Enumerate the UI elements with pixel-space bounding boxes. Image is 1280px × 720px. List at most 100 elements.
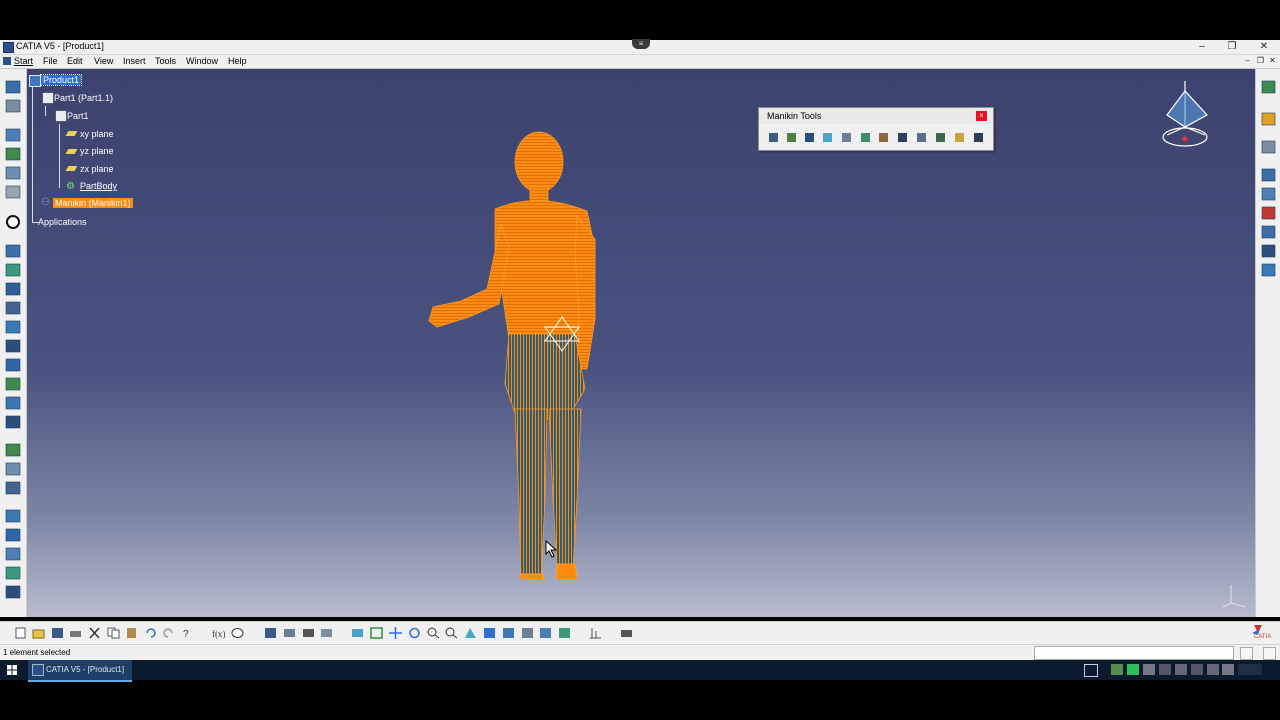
tree-node-zx-plane[interactable]: zx plane bbox=[80, 164, 114, 174]
menu-view[interactable]: View bbox=[94, 55, 113, 68]
manikin-tool-icon[interactable] bbox=[953, 131, 966, 144]
hide-show-icon[interactable] bbox=[539, 627, 552, 639]
shading-icon[interactable] bbox=[521, 627, 534, 639]
minimize-button[interactable]: – bbox=[1188, 40, 1216, 54]
taskbar-catia-app[interactable]: CATIA V5 - [Product1] bbox=[28, 660, 132, 682]
tool-icon bbox=[5, 462, 21, 476]
manikin-tool-icon[interactable] bbox=[859, 131, 872, 144]
manikin-tool-icon[interactable] bbox=[821, 131, 834, 144]
menu-help[interactable]: Help bbox=[228, 55, 247, 68]
new-file-icon[interactable] bbox=[14, 627, 27, 639]
command-button[interactable] bbox=[1240, 647, 1253, 660]
tree-node-partbody[interactable]: PartBody bbox=[80, 181, 117, 191]
manikin-tool-icon[interactable] bbox=[915, 131, 928, 144]
tray-app-icon[interactable] bbox=[1175, 664, 1187, 675]
manikin-tool-icon[interactable] bbox=[840, 131, 853, 144]
catalog-icon[interactable] bbox=[283, 627, 296, 639]
restore-button[interactable]: ❐ bbox=[1218, 40, 1246, 54]
battery-icon[interactable] bbox=[1191, 664, 1203, 675]
tree-node-part1[interactable]: Part1 bbox=[67, 111, 89, 121]
catia-logo: CATIA bbox=[1248, 623, 1276, 643]
manikin-3d-model[interactable] bbox=[417, 129, 617, 579]
windows-taskbar: CATIA V5 - [Product1] bbox=[0, 660, 1280, 682]
product-icon[interactable] bbox=[29, 75, 41, 87]
normal-view-icon[interactable] bbox=[464, 627, 477, 639]
copy-icon[interactable] bbox=[107, 627, 120, 639]
rotate-icon[interactable] bbox=[408, 627, 421, 639]
fly-mode-icon[interactable] bbox=[351, 627, 364, 639]
part-icon[interactable] bbox=[55, 110, 67, 122]
tree-node-xy-plane[interactable]: xy plane bbox=[80, 129, 114, 139]
tree-connector bbox=[45, 106, 46, 116]
menu-insert[interactable]: Insert bbox=[123, 55, 146, 68]
tree-node-product1[interactable]: Product1 bbox=[39, 74, 83, 86]
manikin-tools-close-button[interactable]: × bbox=[976, 111, 987, 121]
pan-icon[interactable] bbox=[389, 627, 402, 639]
tool-icon bbox=[1261, 206, 1276, 220]
zoom-in-icon[interactable] bbox=[427, 627, 440, 639]
paste-icon[interactable] bbox=[125, 627, 138, 639]
tree-node-part1-instance[interactable]: Part1 (Part1.1) bbox=[54, 93, 113, 103]
doc-restore-button[interactable]: ❐ bbox=[1255, 56, 1266, 66]
zoom-out-icon[interactable] bbox=[445, 627, 458, 639]
manikin-tool-icon[interactable] bbox=[896, 131, 909, 144]
catia-app-icon[interactable] bbox=[3, 42, 14, 53]
command-input[interactable] bbox=[1034, 646, 1234, 660]
tray-app-icon[interactable] bbox=[1111, 664, 1123, 675]
grid-icon[interactable] bbox=[264, 627, 277, 639]
formula-icon[interactable]: f(x) bbox=[212, 627, 226, 639]
menu-edit[interactable]: Edit bbox=[67, 55, 83, 68]
command-stop-button[interactable] bbox=[1263, 647, 1276, 660]
tree-node-manikin[interactable]: Manikin (Manikin1) bbox=[53, 198, 133, 208]
tree-node-applications[interactable]: Applications bbox=[38, 217, 87, 227]
tray-app-icon[interactable] bbox=[1159, 664, 1171, 675]
tool-icon bbox=[1261, 140, 1276, 154]
manikin-tool-icon[interactable] bbox=[767, 131, 780, 144]
measure-icon[interactable] bbox=[589, 627, 602, 639]
whats-this-icon[interactable]: ? bbox=[181, 627, 194, 640]
manikin-tool-icon[interactable] bbox=[785, 131, 798, 144]
3d-viewport[interactable]: Product1 Part1 (Part1.1) Part1 xy plane … bbox=[27, 69, 1255, 617]
tree-connector bbox=[32, 82, 33, 222]
multi-view-icon[interactable] bbox=[483, 627, 496, 639]
tray-app-icon[interactable] bbox=[1127, 664, 1139, 675]
tool-icon[interactable] bbox=[320, 627, 333, 639]
menu-start[interactable]: Start bbox=[14, 55, 33, 68]
part-instance-icon[interactable] bbox=[42, 92, 54, 104]
print-icon[interactable] bbox=[69, 627, 82, 639]
menu-tools[interactable]: Tools bbox=[155, 55, 176, 68]
tray-app-icon[interactable] bbox=[1143, 664, 1155, 675]
save-icon[interactable] bbox=[51, 627, 64, 639]
fit-all-icon[interactable] bbox=[370, 627, 383, 639]
tree-node-yz-plane[interactable]: yz plane bbox=[80, 146, 114, 156]
tool-icon bbox=[5, 185, 21, 199]
hamburger-menu-icon[interactable]: ≡ bbox=[632, 39, 650, 49]
tool-icon bbox=[5, 339, 21, 353]
manikin-tool-icon[interactable] bbox=[934, 131, 947, 144]
redo-icon[interactable] bbox=[162, 627, 175, 639]
3d-compass-icon[interactable] bbox=[1157, 77, 1217, 152]
cut-icon[interactable] bbox=[88, 627, 101, 639]
open-folder-icon[interactable] bbox=[32, 627, 45, 639]
swap-visible-icon[interactable] bbox=[558, 627, 571, 639]
manikin-tools-header[interactable]: Manikin Tools bbox=[759, 108, 993, 124]
keyboard-icon[interactable] bbox=[1084, 664, 1098, 677]
doc-minimize-button[interactable]: – bbox=[1242, 56, 1253, 66]
clock-area[interactable] bbox=[1238, 664, 1262, 675]
manikin-tool-icon[interactable] bbox=[877, 131, 890, 144]
volume-icon[interactable] bbox=[1222, 664, 1234, 675]
network-icon[interactable] bbox=[1207, 664, 1219, 675]
doc-close-button[interactable]: ✕ bbox=[1267, 56, 1278, 66]
save-manikin-icon[interactable] bbox=[972, 131, 985, 144]
windows-start-icon[interactable] bbox=[0, 660, 24, 680]
mask-icon[interactable] bbox=[302, 627, 315, 639]
comment-icon[interactable] bbox=[231, 627, 244, 639]
menu-window[interactable]: Window bbox=[186, 55, 218, 68]
menu-file[interactable]: File bbox=[43, 55, 58, 68]
iso-view-icon[interactable] bbox=[502, 627, 515, 639]
close-window-button[interactable]: ✕ bbox=[1250, 40, 1278, 54]
undo-icon[interactable] bbox=[144, 627, 157, 639]
camera-icon[interactable] bbox=[620, 627, 633, 639]
tool-icon bbox=[5, 80, 21, 94]
manikin-tool-icon[interactable] bbox=[803, 131, 816, 144]
